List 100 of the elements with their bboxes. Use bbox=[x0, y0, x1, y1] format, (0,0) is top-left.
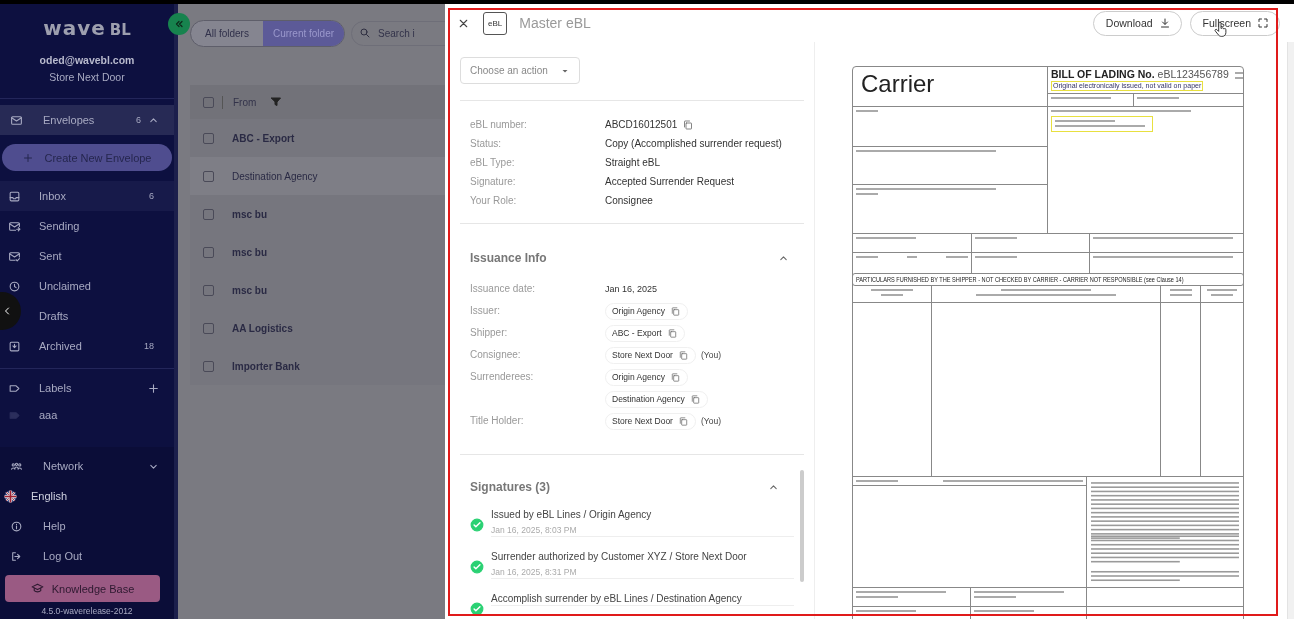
field-value: Accepted Surrender Request bbox=[605, 176, 734, 187]
nav-item[interactable]: Drafts bbox=[39, 310, 69, 322]
download-icon bbox=[1158, 17, 1171, 29]
form-label-drawing bbox=[975, 256, 1017, 259]
table-cell: msc bu bbox=[232, 246, 267, 258]
form-label-drawing bbox=[975, 237, 1017, 240]
table-cell: msc bu bbox=[232, 284, 267, 296]
checkbox[interactable] bbox=[203, 246, 214, 258]
table-cell: AA Logistics bbox=[232, 322, 293, 334]
nav-item[interactable]: Unclaimed bbox=[39, 280, 91, 292]
field-label: Surrenderees: bbox=[470, 370, 535, 384]
nav-item[interactable]: Sent bbox=[39, 250, 62, 262]
field-value: ABCD16012501 bbox=[605, 119, 678, 130]
plus-icon bbox=[22, 151, 35, 164]
copy-icon bbox=[669, 305, 681, 317]
nav-link[interactable]: Log Out bbox=[43, 550, 83, 562]
document-title: BILL OF LADING No. eBL123456789 bbox=[1050, 67, 1230, 81]
account-email: oded@wavebl.com bbox=[39, 54, 135, 66]
document-badge: eBL bbox=[483, 11, 508, 35]
signature-text: Surrender authorized by Customer XYZ / Store Next Door bbox=[491, 551, 748, 563]
field-label: Your Role: bbox=[470, 195, 518, 206]
action-dropdown[interactable]: Choose an action bbox=[460, 57, 580, 84]
field-label: Title Holder: bbox=[470, 414, 525, 428]
plus-icon bbox=[147, 381, 160, 395]
form-label-drawing bbox=[1051, 97, 1111, 100]
field-value: Consignee bbox=[605, 195, 653, 206]
table-cell: Importer Bank bbox=[232, 360, 300, 372]
copy-icon bbox=[677, 349, 689, 361]
logo: wave BL bbox=[42, 16, 132, 40]
form-label-drawing bbox=[1207, 289, 1237, 292]
field-label: Shipper: bbox=[470, 326, 509, 340]
table-row[interactable]: Destination Agency bbox=[190, 157, 445, 195]
checkbox[interactable] bbox=[203, 132, 214, 144]
nav-item[interactable]: Sending bbox=[39, 220, 80, 232]
form-label-drawing bbox=[871, 289, 913, 292]
checkbox[interactable] bbox=[203, 322, 214, 334]
form-label-drawing bbox=[856, 596, 898, 599]
form-label-drawing bbox=[907, 256, 917, 259]
field-label: eBL Type: bbox=[470, 157, 516, 168]
fullscreen-button[interactable]: Fullscreen bbox=[1189, 10, 1280, 36]
role-note: (You) bbox=[700, 416, 721, 426]
form-label-drawing bbox=[1055, 120, 1115, 123]
drawer-title: Master eBL bbox=[519, 15, 591, 31]
form-label-drawing bbox=[1137, 97, 1179, 100]
nav-label: Inbox bbox=[39, 190, 66, 202]
signature-text: Issued by eBL Lines / Origin Agency bbox=[491, 509, 653, 521]
organization-name: Store Next Door bbox=[49, 71, 125, 83]
signature-time: Jan 16, 2025, 8:31 PM bbox=[491, 567, 578, 578]
role-note: (You) bbox=[700, 350, 721, 360]
fullscreen-icon bbox=[1257, 17, 1269, 29]
scope-tab[interactable]: All folders bbox=[191, 21, 263, 46]
count: 18 bbox=[144, 341, 154, 351]
field-label: Issuer: bbox=[470, 304, 501, 318]
form-label-drawing bbox=[856, 480, 898, 483]
download-button[interactable]: Download bbox=[1092, 10, 1182, 36]
scrollbar[interactable] bbox=[1287, 42, 1294, 619]
form-label-drawing bbox=[856, 237, 916, 240]
form-label-drawing bbox=[946, 256, 968, 259]
inbox-icon bbox=[8, 189, 21, 203]
search-field[interactable]: Search i bbox=[351, 21, 445, 46]
checkbox[interactable] bbox=[203, 96, 214, 108]
checkbox[interactable] bbox=[203, 208, 214, 220]
form-label-drawing bbox=[1169, 289, 1192, 292]
form-label-drawing bbox=[1169, 294, 1192, 297]
signature-time: Jan 16, 2025, 8:03 PM bbox=[491, 525, 578, 536]
nav-item[interactable]: Inbox 6 bbox=[0, 181, 174, 211]
scrollbar[interactable] bbox=[800, 470, 804, 582]
form-label-drawing bbox=[974, 596, 1016, 599]
form-label-drawing bbox=[1211, 294, 1233, 297]
checkbox[interactable] bbox=[203, 170, 214, 182]
field-label: eBL number: bbox=[470, 119, 528, 130]
version-text: 4.5.0-waverelease-2012 bbox=[41, 605, 133, 618]
collapse-button[interactable] bbox=[168, 13, 190, 35]
copy-icon bbox=[666, 327, 678, 339]
checkbox[interactable] bbox=[203, 284, 214, 296]
table-cell: Destination Agency bbox=[232, 170, 318, 182]
field-value: Jan 16, 2025 bbox=[605, 283, 658, 296]
checkbox[interactable] bbox=[203, 360, 214, 372]
form-label-drawing bbox=[881, 294, 903, 297]
copy-icon bbox=[689, 393, 701, 405]
nav-item[interactable]: Archived bbox=[39, 340, 82, 352]
label-item[interactable]: aaa bbox=[39, 409, 58, 421]
nav-link[interactable]: Help bbox=[43, 520, 66, 532]
count: 6 bbox=[149, 191, 154, 201]
archive-icon bbox=[8, 339, 21, 353]
network-header[interactable]: Network bbox=[43, 460, 84, 472]
knowledge-base-button[interactable]: Knowledge Base bbox=[5, 575, 160, 602]
field-label: Status: bbox=[470, 138, 503, 149]
form-label-drawing bbox=[856, 193, 878, 196]
nav-link[interactable]: English bbox=[31, 490, 68, 502]
envelopes-header[interactable]: Envelopes 6 bbox=[0, 105, 174, 135]
copy-icon bbox=[677, 415, 689, 427]
field-label: Consignee: bbox=[470, 348, 522, 362]
section-header[interactable]: Issuance Info bbox=[460, 224, 804, 266]
field-label: Signature: bbox=[470, 176, 517, 187]
envelope-check-icon bbox=[8, 249, 21, 263]
section-header[interactable]: Signatures (3) bbox=[460, 455, 794, 495]
field-value: Straight eBL bbox=[605, 157, 661, 168]
labels-header[interactable]: Labels bbox=[39, 382, 72, 394]
double-chevron-icon bbox=[173, 18, 185, 30]
